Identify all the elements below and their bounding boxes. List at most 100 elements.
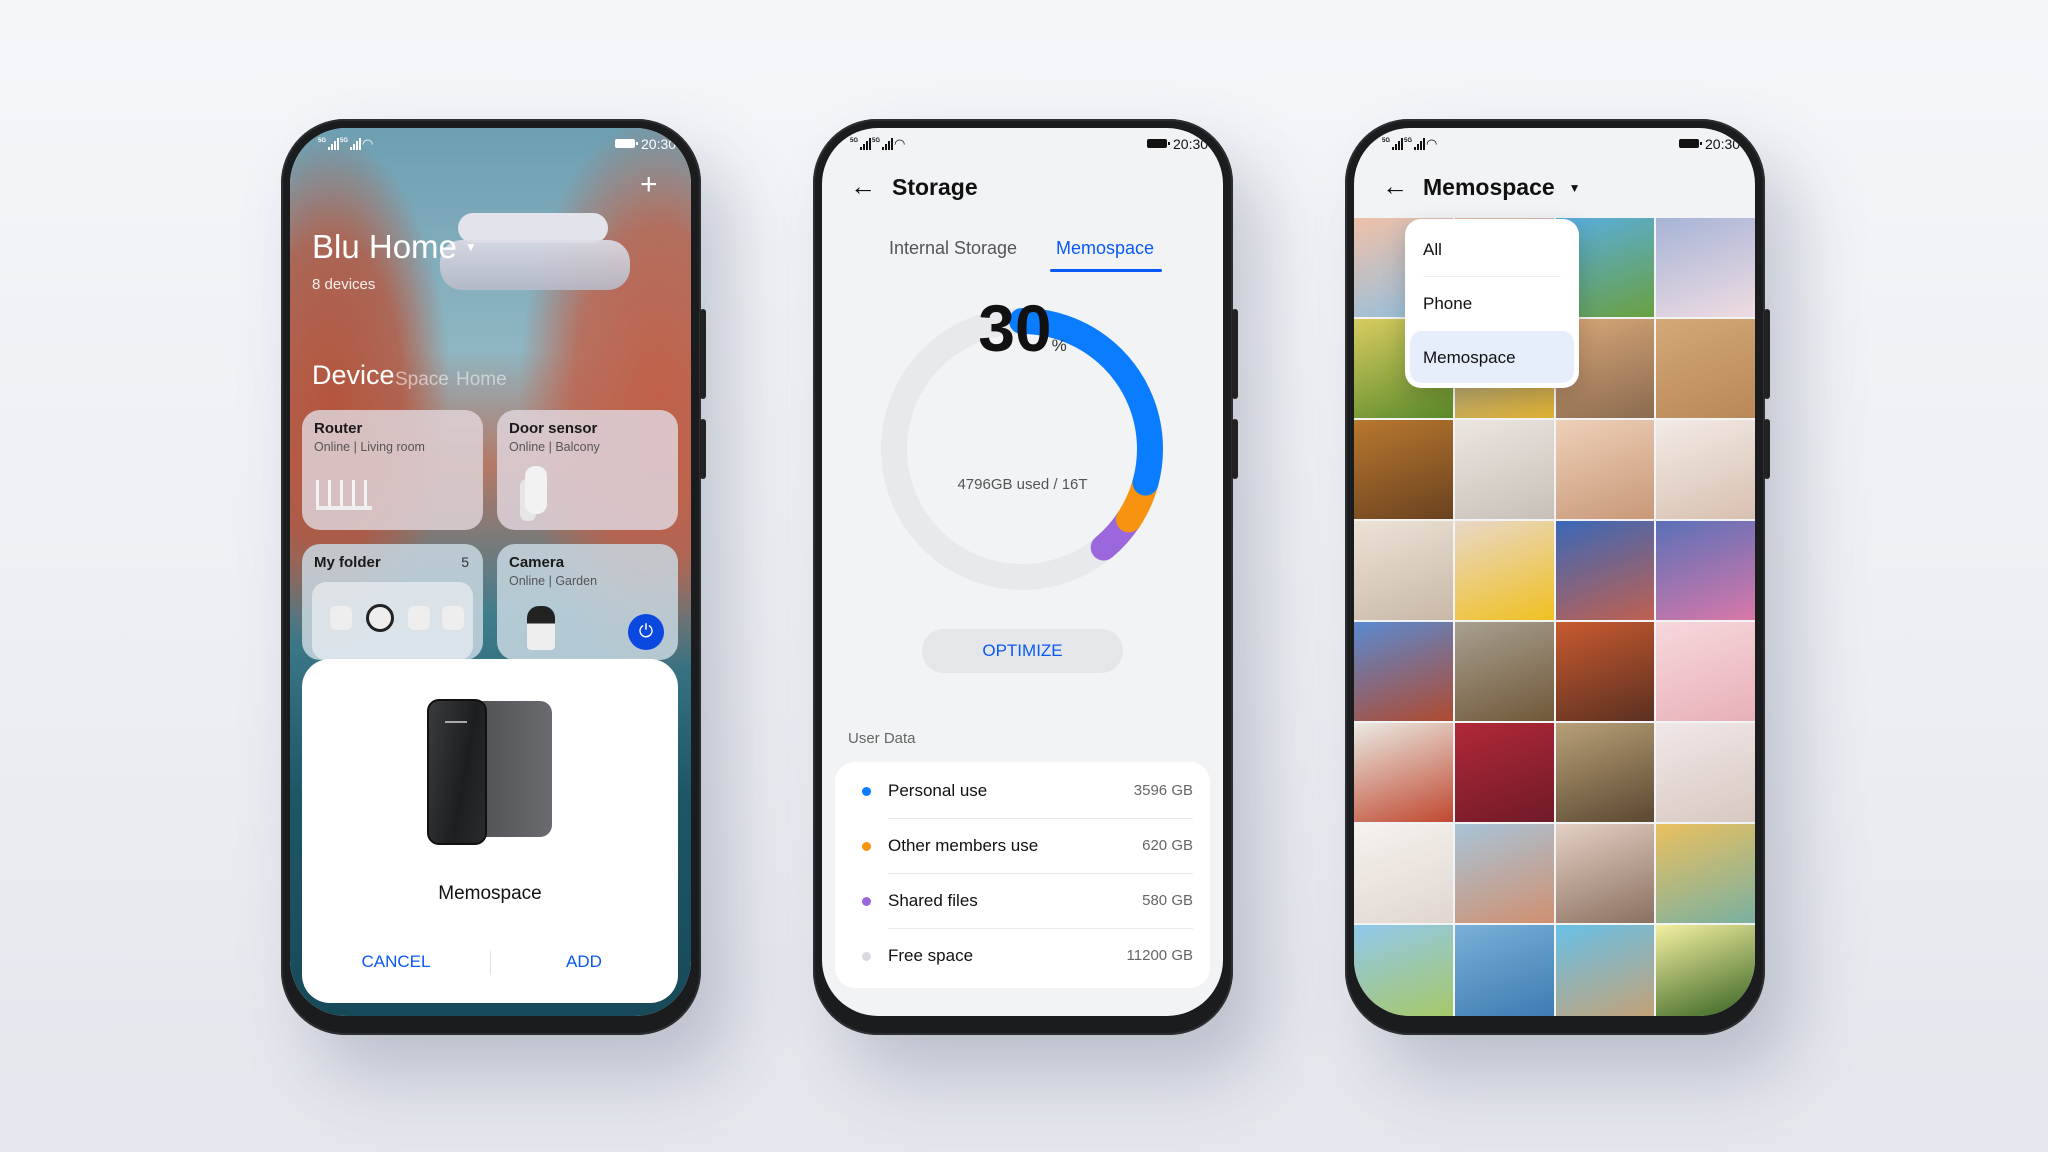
list-item-personal-use[interactable]: Personal use 3596 GB: [835, 764, 1210, 819]
item-label: Other members use: [888, 836, 1039, 855]
photo-thumbnail[interactable]: [1555, 925, 1655, 1016]
status-time: 20:30: [1173, 136, 1209, 152]
add-icon[interactable]: +: [640, 168, 658, 202]
status-time: 20:30: [1705, 136, 1741, 152]
add-device-dialog: Memospace CANCEL ADD: [302, 659, 678, 1003]
list-item-free-space[interactable]: Free space 11200 GB: [835, 929, 1210, 984]
optimize-button[interactable]: OPTIMIZE: [922, 629, 1123, 673]
legend-dot: [862, 842, 871, 851]
page-title: Memospace: [1423, 174, 1555, 200]
tab-device[interactable]: Device: [312, 360, 395, 391]
signal-icon: 5G: [340, 138, 362, 150]
door-sensor-image: [525, 466, 547, 514]
status-bar: 5G 5G ◠ 20:30: [822, 128, 1223, 156]
photo-thumbnail[interactable]: [1354, 622, 1453, 721]
device-card-door-sensor[interactable]: Door sensor Online | Balcony: [497, 410, 678, 530]
photo-thumbnail[interactable]: [1656, 319, 1755, 418]
memospace-device-image: [427, 699, 552, 847]
legend-dot: [862, 787, 871, 796]
volume-button: [1764, 419, 1770, 479]
photo-thumbnail[interactable]: [1555, 622, 1655, 721]
photo-thumbnail[interactable]: [1454, 622, 1554, 721]
item-value: 620 GB: [1142, 837, 1193, 854]
list-item-shared-files[interactable]: Shared files 580 GB: [835, 874, 1210, 929]
status-time: 20:30: [641, 136, 677, 152]
cancel-button[interactable]: CANCEL: [302, 952, 490, 972]
item-label: Personal use: [888, 781, 988, 800]
photo-thumbnail[interactable]: [1454, 925, 1554, 1016]
tab-space[interactable]: Space: [395, 369, 449, 391]
back-arrow-icon[interactable]: ←: [850, 171, 876, 202]
status-bar: 5G 5G ◠ 20:30: [290, 128, 691, 156]
wifi-icon: ◠: [362, 136, 374, 151]
photo-thumbnail[interactable]: [1354, 723, 1453, 822]
power-button: [1232, 309, 1238, 399]
card-status: Online | Garden: [509, 574, 598, 588]
item-value: 580 GB: [1142, 892, 1193, 909]
power-icon[interactable]: ⏻: [628, 614, 664, 650]
photo-thumbnail[interactable]: [1656, 723, 1755, 822]
photo-thumbnail[interactable]: [1555, 420, 1655, 519]
socket-icon: [408, 606, 430, 630]
usage-percent: 30: [978, 291, 1052, 365]
phone-storage-app: 5G 5G ◠ 20:30 ← Storage Internal Storage…: [813, 119, 1238, 1035]
photo-thumbnail[interactable]: [1354, 824, 1453, 923]
photo-thumbnail[interactable]: [1454, 723, 1554, 822]
photo-thumbnail[interactable]: [1354, 420, 1453, 519]
back-arrow-icon[interactable]: ←: [1382, 171, 1408, 202]
tab-memospace[interactable]: Memospace: [1056, 238, 1154, 259]
tab-internal-storage[interactable]: Internal Storage: [889, 238, 1017, 259]
signal-icon: 5G: [1404, 138, 1426, 150]
photo-thumbnail[interactable]: [1656, 420, 1755, 519]
filter-dropdown: All Phone Memospace: [1405, 219, 1579, 388]
wifi-icon: ◠: [894, 136, 906, 151]
home-selector[interactable]: Blu Home ▼: [312, 228, 477, 266]
photo-thumbnail[interactable]: [1354, 925, 1453, 1016]
folder-card[interactable]: My folder 5: [302, 544, 483, 660]
device-card-router[interactable]: Router Online | Living room: [302, 410, 483, 530]
photo-thumbnail[interactable]: [1354, 521, 1453, 620]
caret-down-icon: ▼: [1568, 180, 1581, 195]
signal-icon: 5G: [850, 138, 872, 150]
page-title: Storage: [892, 174, 978, 200]
power-button: [1764, 309, 1770, 399]
percent-sign: %: [1051, 336, 1067, 355]
battery-icon: [615, 139, 638, 148]
battery-icon: [1147, 139, 1170, 148]
menu-item-memospace[interactable]: Memospace: [1410, 331, 1574, 383]
legend-dot: [862, 952, 871, 961]
wifi-icon: ◠: [1426, 136, 1438, 151]
home-title: Blu Home: [312, 228, 457, 265]
photo-thumbnail[interactable]: [1656, 925, 1755, 1016]
power-button: [700, 309, 706, 399]
device-card-camera[interactable]: Camera Online | Garden ⏻: [497, 544, 678, 660]
photo-thumbnail[interactable]: [1454, 824, 1554, 923]
album-selector[interactable]: Memospace ▼: [1423, 174, 1581, 201]
volume-button: [1232, 419, 1238, 479]
photo-thumbnail[interactable]: [1555, 521, 1655, 620]
photo-thumbnail[interactable]: [1656, 218, 1755, 317]
home-screen: 5G 5G ◠ 20:30 + Blu Home ▼ 8 devices Dev…: [290, 128, 691, 1016]
folder-contents: [312, 582, 473, 660]
item-label: Shared files: [888, 891, 978, 910]
photo-thumbnail[interactable]: [1454, 521, 1554, 620]
add-button[interactable]: ADD: [490, 952, 678, 972]
menu-item-phone[interactable]: Phone: [1410, 277, 1574, 329]
menu-item-all[interactable]: All: [1410, 223, 1574, 275]
photo-thumbnail[interactable]: [1656, 824, 1755, 923]
battery-icon: [1679, 139, 1702, 148]
list-item-other-members-use[interactable]: Other members use 620 GB: [835, 819, 1210, 874]
router-image: [316, 480, 372, 510]
photo-thumbnail[interactable]: [1555, 723, 1655, 822]
card-title: Camera: [509, 554, 565, 571]
device-count: 8 devices: [312, 276, 376, 293]
item-label: Free space: [888, 946, 974, 965]
tab-home[interactable]: Home: [456, 369, 507, 391]
photo-thumbnail[interactable]: [1454, 420, 1554, 519]
photo-thumbnail[interactable]: [1656, 622, 1755, 721]
item-value: 3596 GB: [1133, 782, 1193, 799]
photo-thumbnail[interactable]: [1656, 521, 1755, 620]
photo-thumbnail[interactable]: [1555, 824, 1655, 923]
caret-down-icon: ▼: [464, 240, 477, 254]
section-title: User Data: [848, 730, 916, 747]
